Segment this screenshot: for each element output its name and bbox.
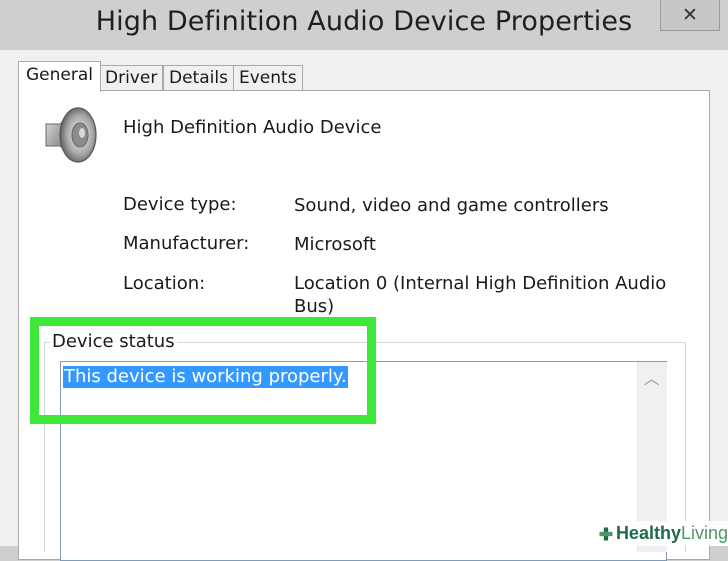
tab-general[interactable]: General — [18, 61, 101, 92]
manufacturer-value: Microsoft — [294, 234, 376, 255]
manufacturer-label: Manufacturer: — [123, 233, 250, 254]
watermark-brand: Healthy — [615, 523, 681, 543]
tab-events[interactable]: Events — [233, 65, 303, 90]
tab-driver[interactable]: Driver — [99, 65, 164, 90]
tab-details[interactable]: Details — [163, 65, 234, 90]
cross-logo-icon — [599, 526, 613, 541]
highlight-frame — [30, 317, 376, 424]
device-type-value: Sound, video and game controllers — [294, 195, 609, 216]
close-icon: ✕ — [682, 4, 698, 26]
speaker-icon — [45, 106, 97, 164]
chevron-up-icon[interactable]: ︿ — [637, 364, 666, 394]
location-label: Location: — [123, 273, 206, 294]
watermark-brand-suffix: Living — [680, 523, 728, 543]
location-value: Location 0 (Internal High Definition Aud… — [294, 273, 667, 317]
device-name: High Definition Audio Device — [123, 117, 382, 138]
window-title: High Definition Audio Device Properties — [95, 6, 633, 37]
title-bar: High Definition Audio Device Properties … — [0, 0, 728, 50]
close-button[interactable]: ✕ — [660, 0, 720, 31]
device-type-label: Device type: — [123, 194, 237, 215]
watermark: Healthy Living — [596, 521, 728, 546]
